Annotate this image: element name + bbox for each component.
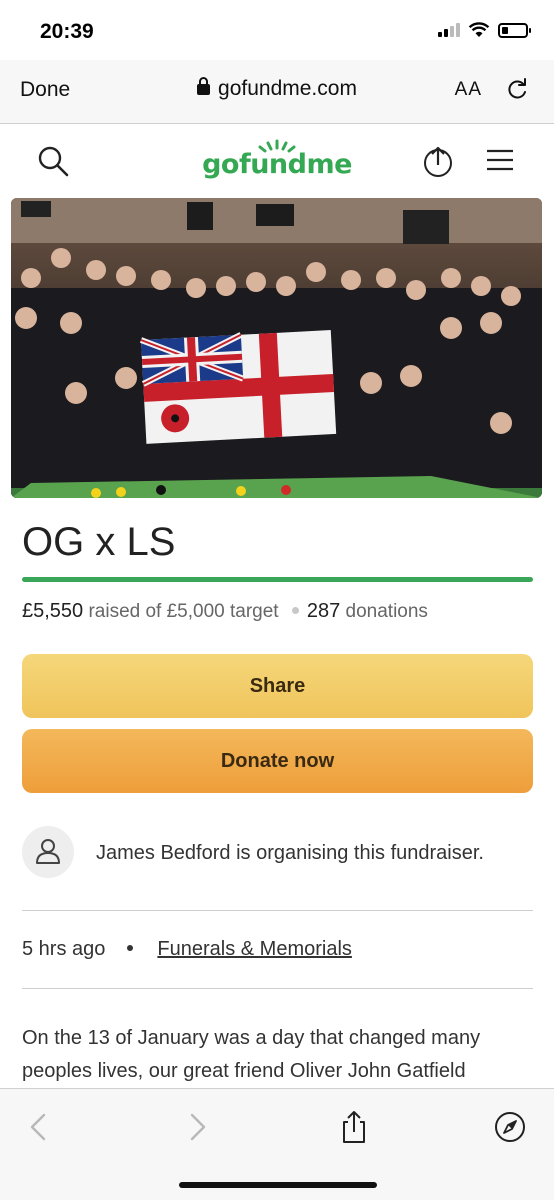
raised-amount: £5,550 <box>22 600 84 622</box>
site-header: gofundme <box>0 124 554 198</box>
progress-bar <box>22 577 533 582</box>
gofundme-logo[interactable]: gofundme <box>0 139 554 180</box>
url-text: gofundme.com <box>218 77 357 100</box>
status-time: 20:39 <box>40 20 94 43</box>
menu-icon[interactable] <box>486 149 514 171</box>
lock-icon <box>197 77 211 95</box>
battery-icon <box>498 22 531 38</box>
bullet <box>127 945 134 951</box>
progress-fill <box>22 577 533 582</box>
category-link[interactable]: Funerals & Memorials <box>157 938 352 960</box>
share-icon[interactable] <box>422 144 454 178</box>
meta-row: 5 hrs ago Funerals & Memorials <box>22 938 352 961</box>
status-icons <box>438 22 531 38</box>
person-icon <box>36 839 60 864</box>
status-bar: 20:39 <box>0 0 554 60</box>
back-icon[interactable] <box>22 1109 58 1145</box>
raised-summary: £5,550 raised of £5,000 target 287 donat… <box>22 600 428 623</box>
campaign-photo-image <box>11 198 542 498</box>
reload-icon[interactable] <box>504 76 530 102</box>
browser-address-bar: Done gofundme.com AA <box>0 60 554 124</box>
signal-icon <box>438 23 460 37</box>
logo-text: gofundme <box>202 149 352 180</box>
share-button[interactable]: Share <box>22 654 533 718</box>
text-size-label: AA <box>454 79 482 100</box>
divider <box>22 988 533 989</box>
story-text: On the 13 of January was a day that chan… <box>22 1027 481 1082</box>
organiser-row: James Bedford is organising this fundrai… <box>22 826 533 878</box>
compass-icon[interactable] <box>492 1109 528 1145</box>
text-size-button[interactable]: AA <box>455 78 482 101</box>
separator-dot <box>291 607 299 614</box>
donate-now-button[interactable]: Donate now <box>22 729 533 793</box>
raised-target: raised of £5,000 target <box>88 601 279 622</box>
campaign-title: OG x LS <box>22 520 176 564</box>
donations-label: donations <box>345 601 428 622</box>
avatar <box>22 826 74 878</box>
organiser-text: James Bedford is organising this fundrai… <box>96 842 484 864</box>
donations-count: 287 <box>306 600 341 622</box>
home-indicator[interactable] <box>179 1182 377 1188</box>
share-icon[interactable] <box>336 1109 372 1145</box>
divider <box>22 910 533 911</box>
campaign-photo[interactable] <box>11 198 542 498</box>
forward-icon[interactable] <box>180 1109 216 1145</box>
wifi-icon <box>468 22 490 37</box>
time-ago: 5 hrs ago <box>22 938 106 960</box>
